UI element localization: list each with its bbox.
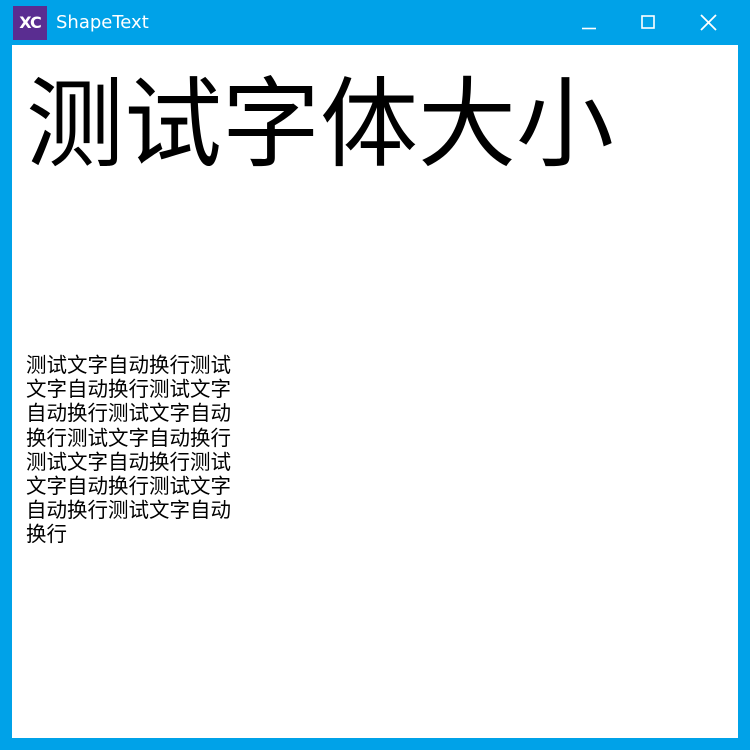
client-area: 测试字体大小 测试文字自动换行测试文字自动换行测试文字自动换行测试文字自动换行测… (12, 45, 738, 738)
app-logo-icon: XC (13, 6, 47, 40)
maximize-icon (641, 15, 655, 29)
large-font-text: 测试字体大小 (26, 68, 615, 182)
maximize-button[interactable] (619, 0, 677, 45)
close-icon (700, 14, 717, 31)
wrapped-text: 测试文字自动换行测试文字自动换行测试文字自动换行测试文字自动换行测试文字自动换行… (26, 353, 231, 547)
app-window: XC ShapeText 测试字体大小 测试文字自动换行测试文字自动换行测试文字… (0, 0, 750, 750)
title-bar[interactable]: XC ShapeText (0, 0, 750, 45)
minimize-icon (582, 27, 596, 30)
window-title: ShapeText (56, 12, 149, 33)
close-button[interactable] (679, 0, 737, 45)
minimize-button[interactable] (560, 0, 618, 45)
